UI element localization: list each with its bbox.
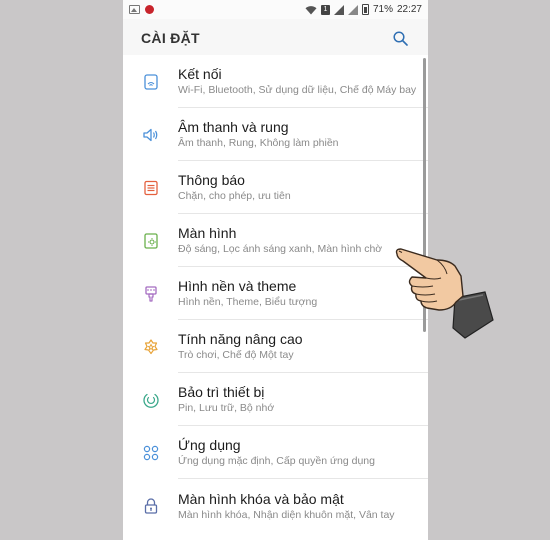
item-subtitle: Độ sáng, Lọc ánh sáng xanh, Màn hình chờ xyxy=(178,243,383,255)
settings-item-lock-screen[interactable]: Màn hình khóa và bảo mật Màn hình khóa, N… xyxy=(123,479,428,532)
advanced-features-icon xyxy=(143,338,158,354)
item-title: Hình nền và theme xyxy=(178,278,297,294)
search-button[interactable] xyxy=(390,28,410,48)
item-title: Bảo trì thiết bị xyxy=(178,384,265,400)
settings-item-wallpaper[interactable]: Hình nền và theme Hình nền, Theme, Biểu t… xyxy=(123,267,428,320)
clock: 22:27 xyxy=(396,4,422,15)
battery-icon xyxy=(361,4,369,15)
item-subtitle: Hình nền, Theme, Biểu tượng xyxy=(178,296,318,308)
wifi-icon xyxy=(305,5,317,14)
settings-list: Kết nối Wi-Fi, Bluetooth, Sử dụng dữ liệu… xyxy=(123,55,428,540)
item-title: Thông báo xyxy=(178,172,245,188)
item-subtitle: Màn hình khóa, Nhận diện khuôn mặt, Vân … xyxy=(178,508,395,521)
item-title: Âm thanh và rung xyxy=(178,119,289,135)
item-subtitle: Chặn, cho phép, ưu tiên xyxy=(178,190,291,202)
apps-icon xyxy=(143,445,158,460)
gallery-notification-icon xyxy=(129,5,140,14)
display-icon xyxy=(143,232,158,249)
sim-icon: 1 xyxy=(320,4,330,15)
item-subtitle: Wi-Fi, Bluetooth, Sử dụng dữ liệu, Chế đ… xyxy=(178,84,417,96)
signal-2-icon xyxy=(347,4,358,15)
settings-item-connections[interactable]: Kết nối Wi-Fi, Bluetooth, Sử dụng dữ liệu… xyxy=(123,55,428,108)
item-subtitle: Trò chơi, Chế độ Một tay xyxy=(178,349,294,361)
settings-item-apps[interactable]: Ứng dụng Ứng dụng mặc định, Cấp quyền ứng… xyxy=(123,426,428,479)
pointing-hand-icon xyxy=(395,248,494,339)
battery-percent: 71% xyxy=(372,4,393,15)
device-maintenance-icon xyxy=(142,393,159,408)
app-header: CÀI ĐẶT xyxy=(123,19,428,57)
connections-icon xyxy=(143,73,158,90)
item-title: Màn hình khóa và bảo mật xyxy=(178,490,344,507)
settings-item-advanced-features[interactable]: Tính năng nâng cao Trò chơi, Chế độ Một t… xyxy=(123,320,428,373)
status-bar: 1 71% 22:27 xyxy=(123,0,428,19)
notifications-icon xyxy=(143,180,158,195)
item-title: Ứng dụng xyxy=(178,437,241,453)
phone-screen: 1 71% 22:27 CÀI ĐẶT Kết nối Wi-Fi, Blueto… xyxy=(123,0,428,540)
signal-icon xyxy=(333,4,344,15)
settings-item-sound[interactable]: Âm thanh và rung Âm thanh, Rung, Không là… xyxy=(123,108,428,161)
item-subtitle: Âm thanh, Rung, Không làm phiền xyxy=(178,137,339,149)
item-title: Kết nối xyxy=(178,66,222,82)
page-title: CÀI ĐẶT xyxy=(141,30,200,46)
settings-item-display[interactable]: Màn hình Độ sáng, Lọc ánh sáng xanh, Màn … xyxy=(123,214,428,267)
settings-item-device-maintenance[interactable]: Bảo trì thiết bị Pin, Lưu trữ, Bộ nhớ xyxy=(123,373,428,426)
item-subtitle: Pin, Lưu trữ, Bộ nhớ xyxy=(178,402,275,414)
item-subtitle: Ứng dụng mặc định, Cấp quyền ứng dụng xyxy=(178,455,375,467)
search-icon xyxy=(392,30,408,46)
lock-icon xyxy=(144,497,157,514)
settings-item-notifications[interactable]: Thông báo Chặn, cho phép, ưu tiên xyxy=(123,161,428,214)
item-title: Tính năng nâng cao xyxy=(178,331,303,347)
app-notification-icon xyxy=(145,5,154,14)
sound-icon xyxy=(142,128,157,141)
item-title: Màn hình xyxy=(178,225,237,241)
wallpaper-icon xyxy=(144,285,157,302)
